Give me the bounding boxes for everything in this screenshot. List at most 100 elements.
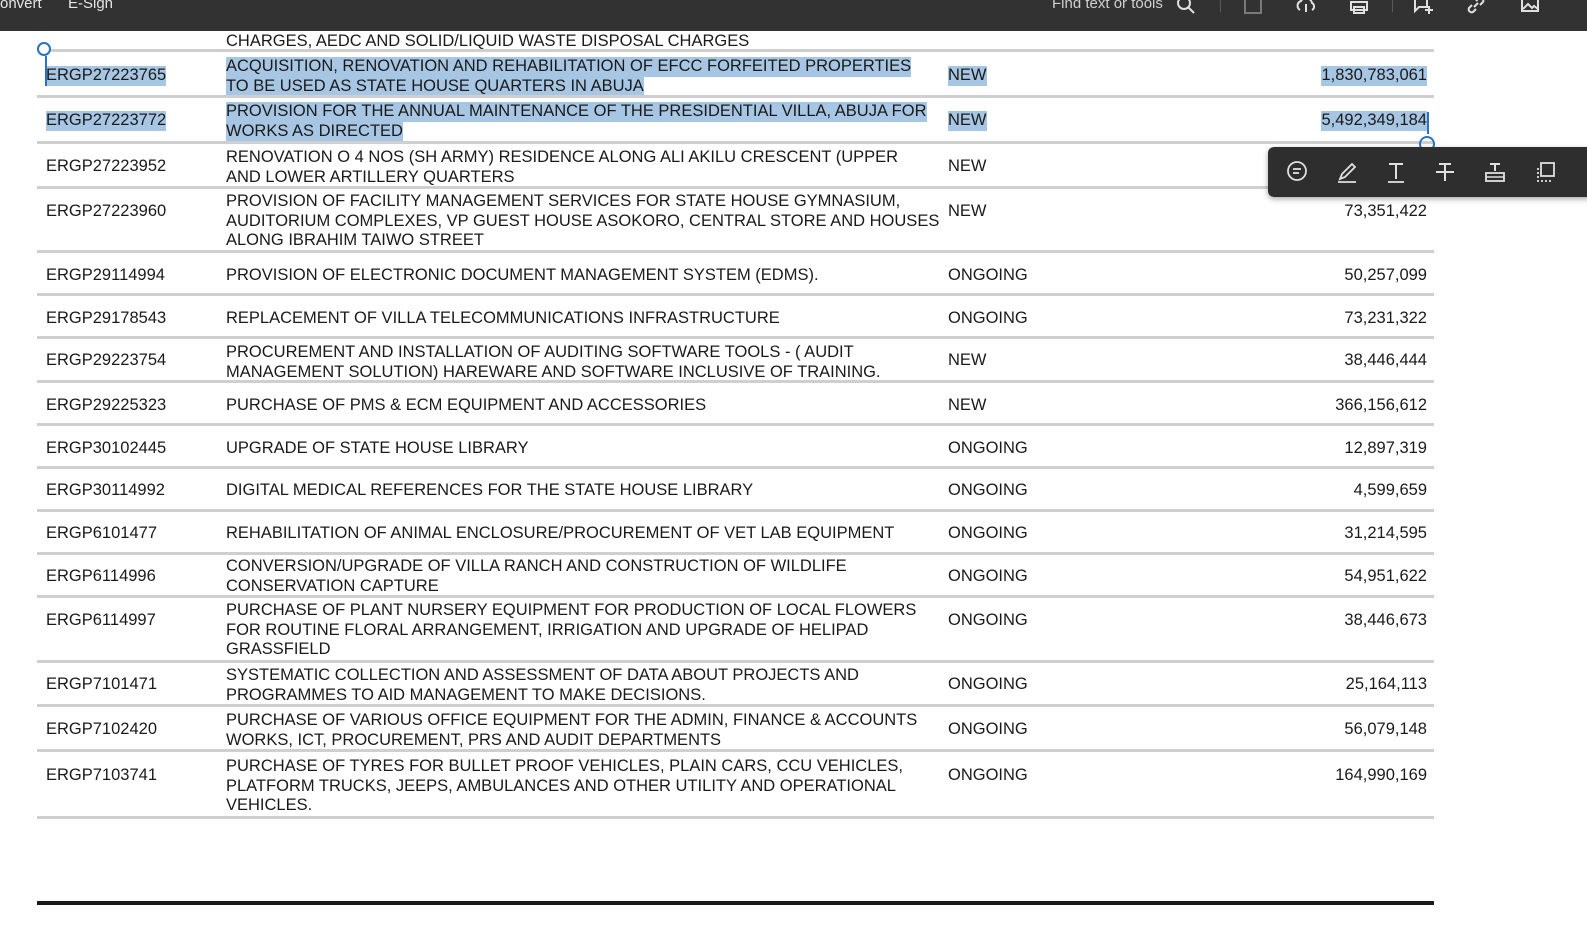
comment-icon[interactable] (1284, 159, 1310, 185)
row-description: DIGITAL MEDICAL REFERENCES FOR THE STATE… (226, 481, 754, 499)
page-bottom-rule (37, 901, 1434, 905)
row-divider (37, 186, 1434, 189)
row-status: NEW (948, 157, 987, 175)
search-icon[interactable] (1175, 0, 1197, 16)
copy-icon[interactable] (1532, 159, 1558, 185)
row-amount: 4,599,659 (1353, 481, 1427, 499)
toolbar-divider (1392, 0, 1393, 12)
strikethrough-icon[interactable] (1432, 159, 1458, 185)
table-row: CHARGES, AEDC AND SOLID/LIQUID WASTE DIS… (37, 31, 1434, 52)
row-description: PROVISION OF ELECTRONIC DOCUMENT MANAGEM… (226, 266, 819, 284)
row-divider (37, 704, 1434, 707)
row-code: ERGP6101477 (46, 524, 157, 542)
table-row: ERGP7102420 PURCHASE OF VARIOUS OFFICE E… (37, 708, 1434, 752)
row-status: ONGOING (948, 439, 1028, 457)
table-row: ERGP29223754 PROCUREMENT AND INSTALLATIO… (37, 340, 1434, 383)
row-code: ERGP6114996 (46, 567, 156, 585)
row-description: PURCHASE OF VARIOUS OFFICE EQUIPMENT FOR… (226, 711, 918, 749)
row-divider (37, 552, 1434, 555)
row-divider (37, 509, 1434, 512)
row-status: NEW (948, 396, 987, 414)
row-description: RENOVATION O 4 NOS (SH ARMY) RESIDENCE A… (226, 148, 899, 186)
upload-icon[interactable] (1295, 0, 1317, 16)
row-status: ONGOING (948, 720, 1028, 738)
selection-start-handle[interactable] (37, 42, 51, 56)
table-row: ERGP6114996 CONVERSION/UPGRADE OF VILLA … (37, 556, 1434, 598)
row-amount: 1,830,783,061 (1321, 66, 1427, 86)
row-amount: 56,079,148 (1344, 720, 1427, 738)
row-status: NEW (948, 111, 987, 131)
text-insert-icon[interactable] (1383, 159, 1409, 185)
row-description: REHABILITATION OF ANIMAL ENCLOSURE/PROCU… (226, 524, 895, 542)
table-row: ERGP7101471 SYSTEMATIC COLLECTION AND AS… (37, 664, 1434, 707)
row-amount: 54,951,622 (1344, 567, 1427, 585)
find-input[interactable]: Find text or tools (1052, 0, 1163, 12)
row-description: PROVISION OF FACILITY MANAGEMENT SERVICE… (226, 192, 940, 249)
row-code: ERGP27223765 (46, 66, 167, 86)
row-code: ERGP6114997 (46, 611, 156, 629)
print-icon[interactable] (1348, 0, 1370, 16)
row-code: ERGP29225323 (46, 396, 167, 414)
row-divider (37, 141, 1434, 144)
table-row: ERGP27223765 ACQUISITION, RENOVATION AND… (37, 53, 1434, 98)
save-icon[interactable] (1242, 0, 1264, 16)
row-description: PROCUREMENT AND INSTALLATION OF AUDITING… (226, 343, 881, 381)
row-status: NEW (948, 351, 987, 369)
table-row: ERGP29114994 PROVISION OF ELECTRONIC DOC… (37, 254, 1434, 296)
row-divider (37, 250, 1434, 253)
row-description: PURCHASE OF PLANT NURSERY EQUIPMENT FOR … (226, 601, 917, 658)
row-divider (37, 293, 1434, 296)
add-comment-icon[interactable] (1412, 0, 1434, 16)
table-row: ERGP27223960 PROVISION OF FACILITY MANAG… (37, 190, 1434, 253)
esign-tab[interactable]: E-Sign (68, 0, 113, 12)
row-status: ONGOING (948, 481, 1028, 499)
text-annotation-toolbar (1268, 147, 1587, 197)
row-amount: 50,257,099 (1344, 266, 1427, 284)
row-status: ONGOING (948, 611, 1028, 629)
selection-start-caret (45, 56, 47, 86)
highlight-pen-icon[interactable] (1334, 159, 1360, 185)
row-description: REPLACEMENT OF VILLA TELECOMMUNICATIONS … (226, 309, 780, 327)
table-row: ERGP7103741 PURCHASE OF TYRES FOR BULLET… (37, 753, 1434, 819)
row-divider (37, 595, 1434, 598)
row-code: ERGP7101471 (46, 675, 157, 693)
row-description: CONVERSION/UPGRADE OF VILLA RANCH AND CO… (226, 557, 847, 595)
row-divider (37, 336, 1434, 339)
row-description: UPGRADE OF STATE HOUSE LIBRARY (226, 439, 529, 457)
table-row: ERGP27223952 RENOVATION O 4 NOS (SH ARMY… (37, 145, 1434, 189)
row-status: ONGOING (948, 266, 1028, 284)
table-row: ERGP29178543 REPLACEMENT OF VILLA TELECO… (37, 297, 1434, 339)
row-description: PURCHASE OF TYRES FOR BULLET PROOF VEHIC… (226, 757, 903, 814)
row-code: ERGP30102445 (46, 439, 167, 457)
link-icon[interactable] (1465, 0, 1487, 16)
toolbar-divider (1220, 0, 1221, 12)
row-divider (37, 95, 1434, 98)
row-status: ONGOING (948, 766, 1028, 784)
convert-tab[interactable]: onvert (0, 0, 42, 12)
row-divider (37, 49, 1434, 52)
row-code: ERGP7102420 (46, 720, 157, 738)
row-divider (37, 466, 1434, 469)
image-icon[interactable] (1519, 0, 1541, 16)
row-code: ERGP7103741 (46, 766, 157, 784)
row-amount: 12,897,319 (1344, 439, 1427, 457)
row-amount: 164,990,169 (1335, 766, 1427, 784)
row-amount: 25,164,113 (1345, 675, 1427, 693)
replace-text-icon[interactable] (1482, 159, 1508, 185)
row-divider (37, 423, 1434, 426)
row-description: ACQUISITION, RENOVATION AND REHABILITATI… (226, 57, 912, 96)
row-divider (37, 749, 1434, 752)
row-description: PROVISION FOR THE ANNUAL MAINTENANCE OF … (226, 102, 927, 141)
row-code: ERGP29114994 (46, 266, 165, 284)
table-row: ERGP27223772 PROVISION FOR THE ANNUAL MA… (37, 99, 1434, 144)
row-description: PURCHASE OF PMS & ECM EQUIPMENT AND ACCE… (226, 396, 707, 414)
row-amount: 73,231,322 (1344, 309, 1427, 327)
row-amount: 38,446,444 (1344, 351, 1427, 369)
row-status: ONGOING (948, 309, 1028, 327)
row-amount: 38,446,673 (1344, 611, 1427, 629)
row-code: ERGP29223754 (46, 351, 167, 369)
row-code: ERGP27223952 (46, 157, 167, 175)
app-toolbar: onvert E-Sign Find text or tools (0, 0, 1587, 31)
row-code: ERGP27223960 (46, 202, 167, 220)
table-row: ERGP6101477 REHABILITATION OF ANIMAL ENC… (37, 513, 1434, 555)
